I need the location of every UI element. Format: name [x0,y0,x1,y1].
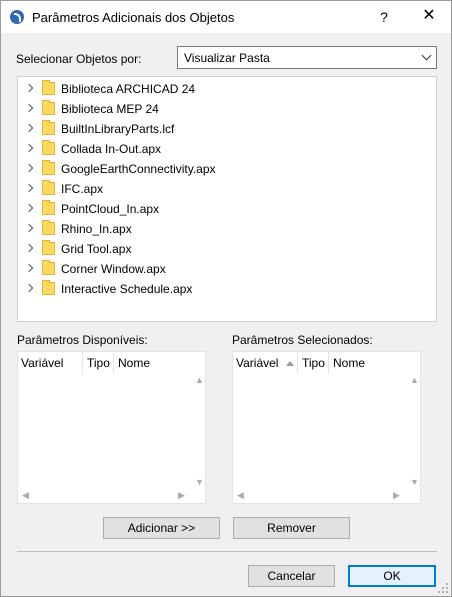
archicad-logo-icon [10,10,24,24]
tree-item-label: BuiltInLibraryParts.lcf [61,122,175,136]
chevron-right-icon[interactable] [24,83,34,93]
chevron-right-icon[interactable] [24,203,34,213]
column-header-name[interactable]: Nome [118,356,150,370]
tree-item-label: Collada In-Out.apx [61,142,162,156]
column-header-variable[interactable]: Variável [21,356,63,370]
tree-item[interactable]: Interactive Schedule.apx [22,279,422,299]
window-title: Parâmetros Adicionais dos Objetos [32,10,235,25]
folder-icon [42,100,55,115]
chevron-right-icon[interactable] [24,183,34,193]
scroll-down-arrow-icon[interactable]: ▼ [410,478,419,487]
dialog-window: Parâmetros Adicionais dos Objetos ? ✕ Se… [0,0,452,597]
chevron-right-icon[interactable] [24,103,34,113]
add-button[interactable]: Adicionar >> [103,517,220,539]
horizontal-scrollbar[interactable]: ◀ ▶ [233,488,420,503]
folder-icon [42,200,55,215]
library-tree[interactable]: Biblioteca ARCHICAD 24 Biblioteca MEP 24… [17,76,437,322]
tree-item-label: GoogleEarthConnectivity.apx [61,162,216,176]
folder-icon [42,260,55,275]
column-header-type[interactable]: Tipo [302,356,325,370]
selected-params-list[interactable]: Variável Tipo Nome ▲ ▼ ◀ ▶ [232,351,421,504]
tree-item-label: Interactive Schedule.apx [61,282,193,296]
tree-item-label: IFC.apx [61,182,104,196]
folder-icon [42,140,55,155]
tree-item[interactable]: Biblioteca ARCHICAD 24 [22,79,422,99]
column-header-name[interactable]: Nome [333,356,365,370]
scroll-down-arrow-icon[interactable]: ▼ [195,478,204,487]
folder-icon [42,240,55,255]
ok-button[interactable]: OK [348,565,436,587]
sort-ascending-icon [286,361,294,366]
vertical-scrollbar[interactable]: ▲ ▼ [406,352,420,490]
chevron-down-icon [421,50,432,61]
cancel-button[interactable]: Cancelar [248,565,335,587]
column-divider[interactable] [297,352,298,374]
tree-item-label: Biblioteca MEP 24 [61,102,159,116]
vertical-scrollbar[interactable]: ▲ ▼ [191,352,205,490]
chevron-right-icon[interactable] [24,123,34,133]
close-button[interactable]: ✕ [414,4,444,30]
column-header-type[interactable]: Tipo [87,356,110,370]
available-params-label: Parâmetros Disponíveis: [17,333,148,347]
folder-icon [42,120,55,135]
list-header: Variável Tipo Nome [18,352,205,374]
column-divider[interactable] [113,352,114,374]
tree-item[interactable]: Collada In-Out.apx [22,139,422,159]
chevron-right-icon[interactable] [24,163,34,173]
scroll-right-arrow-icon[interactable]: ▶ [178,491,185,500]
folder-icon [42,180,55,195]
remove-button[interactable]: Remover [233,517,350,539]
tree-item-label: Rhino_In.apx [61,222,132,236]
tree-item-label: Biblioteca ARCHICAD 24 [61,82,196,96]
scroll-left-arrow-icon[interactable]: ◀ [237,491,244,500]
resize-grip-icon[interactable] [438,583,448,593]
available-params-list[interactable]: Variável Tipo Nome ▲ ▼ ◀ ▶ [17,351,206,504]
tree-item[interactable]: Corner Window.apx [22,259,422,279]
tree-item[interactable]: BuiltInLibraryParts.lcf [22,119,422,139]
scroll-right-arrow-icon[interactable]: ▶ [393,491,400,500]
tree-item-label: Corner Window.apx [61,262,166,276]
chevron-right-icon[interactable] [24,263,34,273]
select-by-label: Selecionar Objetos por: [16,52,142,66]
column-divider[interactable] [82,352,83,374]
chevron-right-icon[interactable] [24,243,34,253]
help-button[interactable]: ? [369,4,399,30]
tree-item-label: Grid Tool.apx [61,242,132,256]
tree-item[interactable]: IFC.apx [22,179,422,199]
select-by-dropdown[interactable]: Visualizar Pasta [177,46,437,69]
folder-icon [42,220,55,235]
column-header-variable[interactable]: Variável [236,356,278,370]
select-by-value: Visualizar Pasta [184,51,270,65]
chevron-right-icon[interactable] [24,143,34,153]
title-bar: Parâmetros Adicionais dos Objetos ? ✕ [1,1,451,33]
divider [17,551,437,552]
tree-item[interactable]: Rhino_In.apx [22,219,422,239]
list-header: Variável Tipo Nome [233,352,420,374]
column-divider[interactable] [328,352,329,374]
tree-item-label: PointCloud_In.apx [61,202,160,216]
tree-item[interactable]: Grid Tool.apx [22,239,422,259]
scroll-left-arrow-icon[interactable]: ◀ [22,491,29,500]
horizontal-scrollbar[interactable]: ◀ ▶ [18,488,205,503]
folder-icon [42,280,55,295]
selected-params-label: Parâmetros Selecionados: [232,333,373,347]
folder-icon [42,80,55,95]
tree-item[interactable]: GoogleEarthConnectivity.apx [22,159,422,179]
tree-item[interactable]: Biblioteca MEP 24 [22,99,422,119]
chevron-right-icon[interactable] [24,283,34,293]
scroll-up-arrow-icon[interactable]: ▲ [410,376,419,385]
chevron-right-icon[interactable] [24,223,34,233]
scroll-up-arrow-icon[interactable]: ▲ [195,376,204,385]
folder-icon [42,160,55,175]
tree-item[interactable]: PointCloud_In.apx [22,199,422,219]
